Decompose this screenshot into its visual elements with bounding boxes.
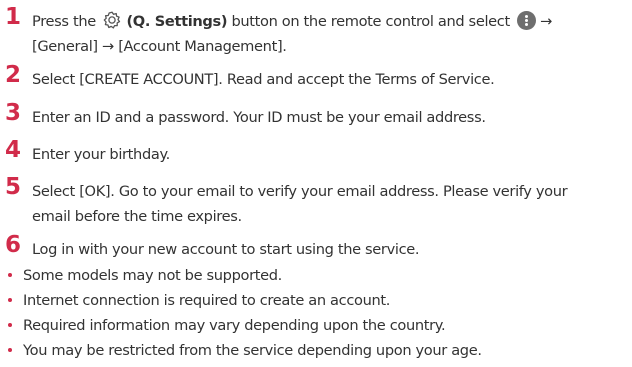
step-number: 3 [5,100,22,126]
step-text: Enter an ID and a password. Your ID must… [32,109,486,126]
step-text-line2: email before the time expires. [32,208,242,225]
arrow-text: → [540,13,553,30]
note-text: Some models may not be supported. [23,267,282,284]
step-number: 1 [5,4,22,30]
step-number: 4 [5,137,22,163]
note-item: Required information may vary depending … [8,314,630,337]
step-text-part: Press the [32,13,96,30]
q-settings-label: (Q. Settings) [126,13,228,30]
step-text: Enter your birthday. [32,146,170,163]
note-item: Some models may not be supported. [8,264,630,287]
step-text-line2: [General] → [Account Management]. [32,38,287,55]
step-text: Log in with your new account to start us… [32,241,420,258]
step-text-line1: Select [OK]. Go to your email to verify … [32,183,568,200]
step-text: Select [CREATE ACCOUNT]. Read and accept… [32,71,495,88]
bullet-icon [8,348,12,352]
note-item: You may be restricted from the service d… [8,339,630,362]
step-number: 5 [5,174,22,200]
step-text: Press the (Q. Settings) button on the re… [32,9,629,59]
bullet-icon [8,323,12,327]
note-text: You may be restricted from the service d… [23,342,482,359]
note-item: Internet connection is required to creat… [8,289,630,312]
note-text: Internet connection is required to creat… [23,292,391,309]
gear-icon [103,11,121,29]
step-number: 6 [5,232,22,258]
step-text-part: button on the remote control and select [231,13,510,30]
step-number: 2 [5,62,22,88]
instruction-page: 1 Press the (Q. Settings) button on the … [0,0,632,367]
bullet-icon [8,298,12,302]
bullet-icon [8,273,12,277]
step-text: Select [OK]. Go to your email to verify … [32,179,629,229]
more-vertical-icon [517,11,537,30]
note-text: Required information may vary depending … [23,317,446,334]
